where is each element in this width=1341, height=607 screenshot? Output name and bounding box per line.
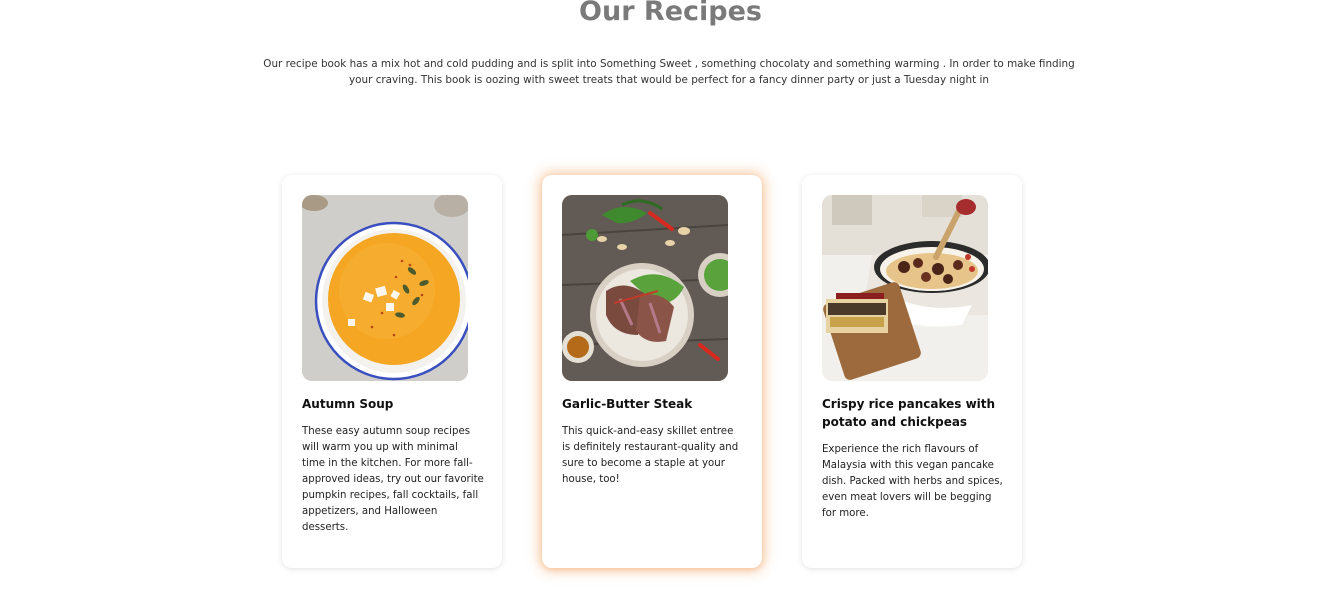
recipe-title: Crispy rice pancakes with potato and chi… [822, 397, 996, 429]
recipe-image-steak [562, 195, 728, 381]
recipe-description: These easy autumn soup recipes will warm… [302, 426, 484, 533]
recipe-title: Garlic-Butter Steak [562, 397, 693, 411]
recipe-title: Autumn Soup [302, 397, 394, 411]
intro-text: Our recipe book has a mix hot and cold p… [263, 58, 1075, 86]
recipe-card-garlic-butter-steak[interactable]: Garlic-Butter Steak This quick-and-easy … [542, 175, 762, 568]
recipe-image-soup [302, 195, 468, 381]
recipe-description: This quick-and-easy skillet entree is de… [562, 426, 739, 485]
recipe-image-pancakes [822, 195, 988, 381]
recipe-card-crispy-rice-pancakes[interactable]: Crispy rice pancakes with potato and chi… [802, 175, 1022, 568]
recipe-description: Experience the rich flavours of Malaysia… [822, 444, 1003, 519]
page-title: Our Recipes [579, 0, 762, 27]
recipe-card-autumn-soup[interactable]: Autumn Soup These easy autumn soup recip… [282, 175, 502, 568]
